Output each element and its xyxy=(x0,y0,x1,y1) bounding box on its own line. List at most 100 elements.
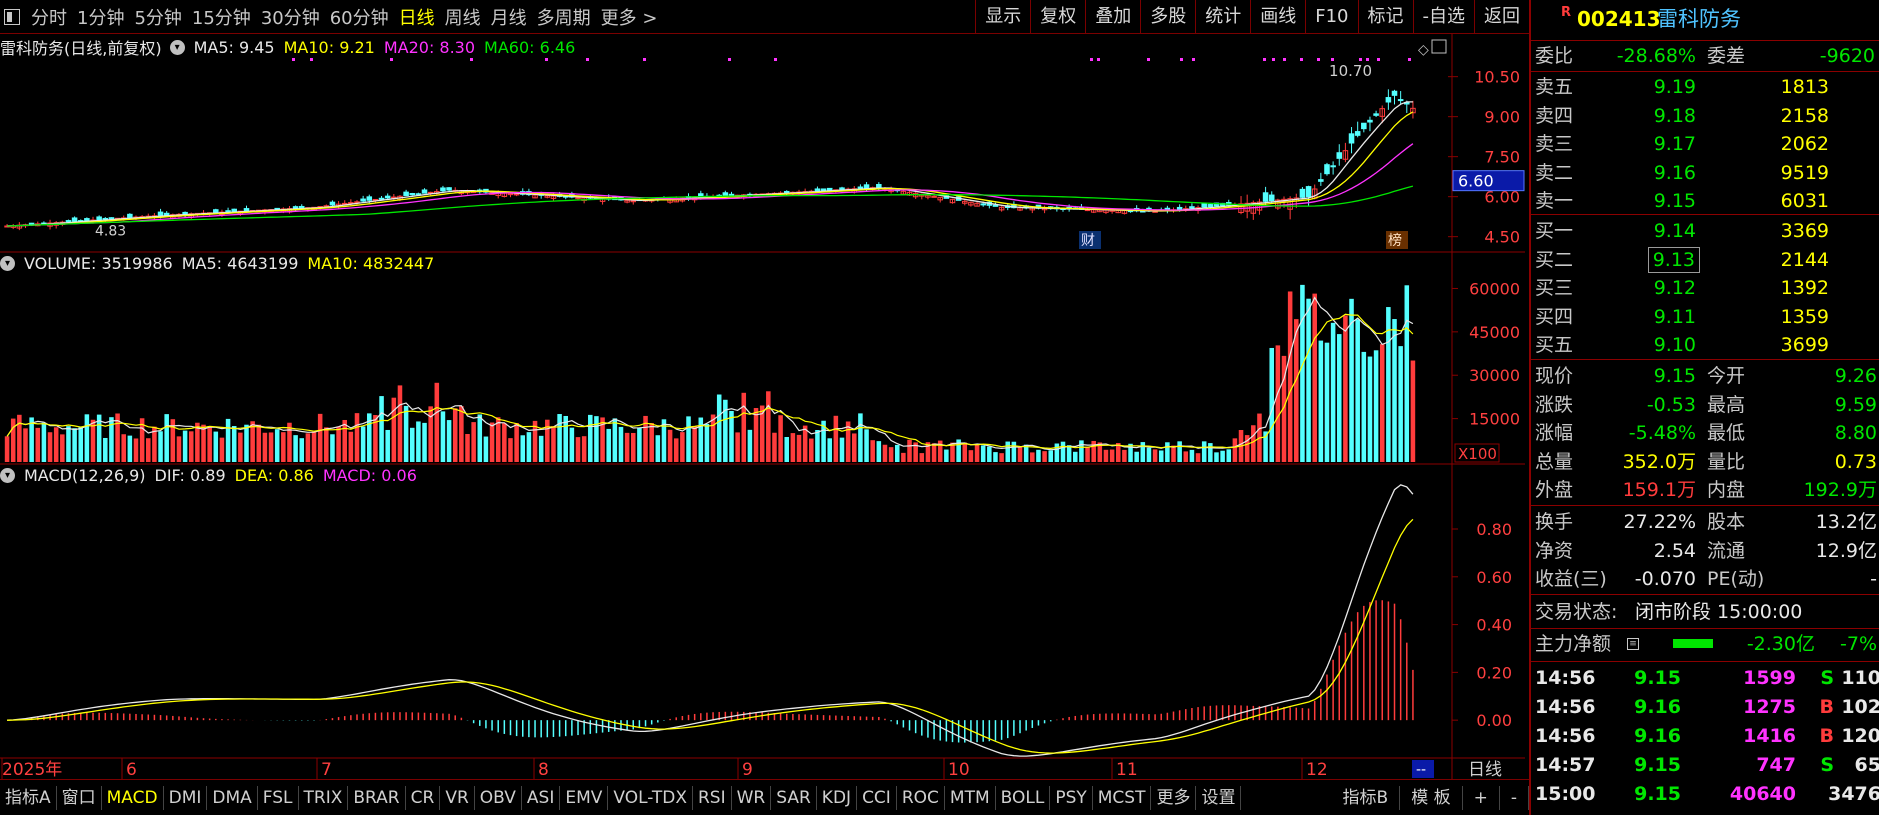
indicator-tab-24[interactable]: 更多 xyxy=(1151,785,1197,810)
candle-body xyxy=(378,197,385,200)
toolbar-button-7[interactable]: 标记 xyxy=(1357,0,1413,34)
toolbar-button-0[interactable]: 显示 xyxy=(975,0,1030,34)
volume-bar xyxy=(483,436,489,462)
indicator-tab-3[interactable]: DMI xyxy=(164,785,208,810)
candle-body xyxy=(384,195,391,199)
volume-bar xyxy=(256,424,262,462)
indicator-tab-18[interactable]: CCI xyxy=(857,785,897,810)
indicator-tab-25[interactable]: 设置 xyxy=(1196,785,1242,810)
period-7[interactable]: 周线 xyxy=(440,4,486,30)
ask-price[interactable]: 9.18 xyxy=(1654,102,1696,130)
macd-settings-icon[interactable]: ▾ xyxy=(0,467,15,483)
right-tab-2[interactable]: + xyxy=(1463,785,1500,810)
indicator-tab-22[interactable]: PSY xyxy=(1050,785,1093,810)
macd-value-label: MACD: 0.06 xyxy=(322,465,417,485)
indicator-tab-15[interactable]: WR xyxy=(732,785,772,810)
volume-settings-icon[interactable]: ▾ xyxy=(0,255,15,271)
kline-chart-svg[interactable]: 10.509.007.506.004.506000045000300001500… xyxy=(0,34,1529,779)
toolbar-button-9[interactable]: 返回 xyxy=(1474,0,1529,34)
volume-bar xyxy=(545,419,550,462)
volume-bar xyxy=(1171,445,1176,462)
stats-value-2: 13.2亿 xyxy=(1815,511,1877,533)
indicator-tab-16[interactable]: SAR xyxy=(771,785,817,810)
indicator-tab-20[interactable]: MTM xyxy=(945,785,996,810)
period-3[interactable]: 15分钟 xyxy=(187,4,256,30)
period-6[interactable]: 日线 xyxy=(394,4,440,30)
toolbar-button-6[interactable]: F10 xyxy=(1305,0,1357,34)
volume-bar xyxy=(624,432,630,462)
bid-price[interactable]: 9.12 xyxy=(1654,274,1696,302)
toolbar-button-8[interactable]: -自选 xyxy=(1412,0,1475,34)
period-5[interactable]: 60分钟 xyxy=(325,4,394,30)
candle-body xyxy=(127,213,133,218)
price-tick-label: 10.50 xyxy=(1474,68,1520,87)
quote-label: 外盘 xyxy=(1535,479,1574,501)
volume-bar xyxy=(188,431,194,462)
indicator-tab-1[interactable]: 窗口 xyxy=(57,785,102,810)
period-10[interactable]: 更多 > xyxy=(596,4,663,30)
indicator-tab-8[interactable]: CR xyxy=(406,785,441,810)
indicator-tab-2[interactable]: MACD xyxy=(102,785,164,810)
ask-price[interactable]: 9.17 xyxy=(1654,130,1696,158)
candle-body xyxy=(1189,206,1195,209)
period-4[interactable]: 30分钟 xyxy=(256,4,325,30)
volume-bar xyxy=(1152,449,1158,462)
indicator-tab-9[interactable]: VR xyxy=(440,785,475,810)
indicator-tab-11[interactable]: ASI xyxy=(522,785,561,810)
list-icon[interactable]: ≡ xyxy=(1627,638,1639,650)
indicator-tab-5[interactable]: FSL xyxy=(258,785,299,810)
period-1[interactable]: 1分钟 xyxy=(72,4,129,30)
ask-row-2: 卖三 9.17 2062 xyxy=(1531,130,1879,158)
ask-price[interactable]: 9.16 xyxy=(1654,159,1696,187)
indicator-tab-4[interactable]: DMA xyxy=(207,785,258,810)
volume-bar xyxy=(60,434,65,462)
volume-bar xyxy=(78,426,84,462)
volume-bar xyxy=(17,414,22,462)
volume-bar xyxy=(397,385,403,462)
right-tab-1[interactable]: 模 板 xyxy=(1400,785,1463,810)
volume-bar xyxy=(84,414,90,462)
volume-bar xyxy=(281,432,286,462)
indicator-tab-14[interactable]: RSI xyxy=(693,785,732,810)
indicator-tab-6[interactable]: TRIX xyxy=(299,785,349,810)
toolbar-button-1[interactable]: 复权 xyxy=(1030,0,1085,34)
volume-bar xyxy=(1324,342,1330,462)
toolbar-button-5[interactable]: 画线 xyxy=(1250,0,1305,34)
volume-bar xyxy=(594,416,599,462)
indicator-tab-7[interactable]: BRAR xyxy=(348,785,406,810)
candle-body xyxy=(1207,204,1214,208)
bid-price[interactable]: 9.13 xyxy=(1647,246,1700,273)
period-9[interactable]: 多周期 xyxy=(532,4,596,30)
period-2[interactable]: 5分钟 xyxy=(129,4,186,30)
indicator-tab-21[interactable]: BOLL xyxy=(996,785,1051,810)
bid-price[interactable]: 9.10 xyxy=(1654,331,1696,359)
volume-bar xyxy=(962,442,968,462)
indicator-tab-10[interactable]: OBV xyxy=(475,785,522,810)
indicator-tab-17[interactable]: KDJ xyxy=(817,785,858,810)
toolbar-button-3[interactable]: 多股 xyxy=(1140,0,1195,34)
stats-value-2: - xyxy=(1870,568,1877,590)
candle-body xyxy=(84,218,90,221)
quote-row-4: 外盘 159.1万 内盘 192.9万 xyxy=(1531,476,1879,504)
toolbar-button-2[interactable]: 叠加 xyxy=(1085,0,1140,34)
volume-bar xyxy=(741,392,747,462)
right-tab-3[interactable]: - xyxy=(1500,785,1529,810)
period-0[interactable]: 分时 xyxy=(26,4,72,30)
stats-row-0: 换手 27.22% 股本 13.2亿 xyxy=(1531,508,1879,536)
indicator-tab-13[interactable]: VOL-TDX xyxy=(608,785,693,810)
indicator-tab-19[interactable]: ROC xyxy=(897,785,945,810)
bid-price[interactable]: 9.11 xyxy=(1654,303,1696,331)
indicator-tab-0[interactable]: 指标A xyxy=(0,785,57,810)
layout-toggle-icon[interactable] xyxy=(4,9,20,25)
volume-bar xyxy=(1367,356,1373,462)
bid-price[interactable]: 9.14 xyxy=(1654,217,1696,245)
ask-price[interactable]: 9.19 xyxy=(1654,73,1696,101)
indicator-tab-12[interactable]: EMV xyxy=(560,785,609,810)
settings-circle-icon[interactable]: ▾ xyxy=(169,39,185,55)
indicator-tab-23[interactable]: MCST xyxy=(1093,785,1152,810)
period-8[interactable]: 月线 xyxy=(486,4,532,30)
stats-value: 27.22% xyxy=(1623,511,1696,533)
toolbar-button-4[interactable]: 统计 xyxy=(1195,0,1250,34)
right-tab-0[interactable]: 指标B xyxy=(1332,785,1401,810)
ask-price[interactable]: 9.15 xyxy=(1654,187,1696,215)
